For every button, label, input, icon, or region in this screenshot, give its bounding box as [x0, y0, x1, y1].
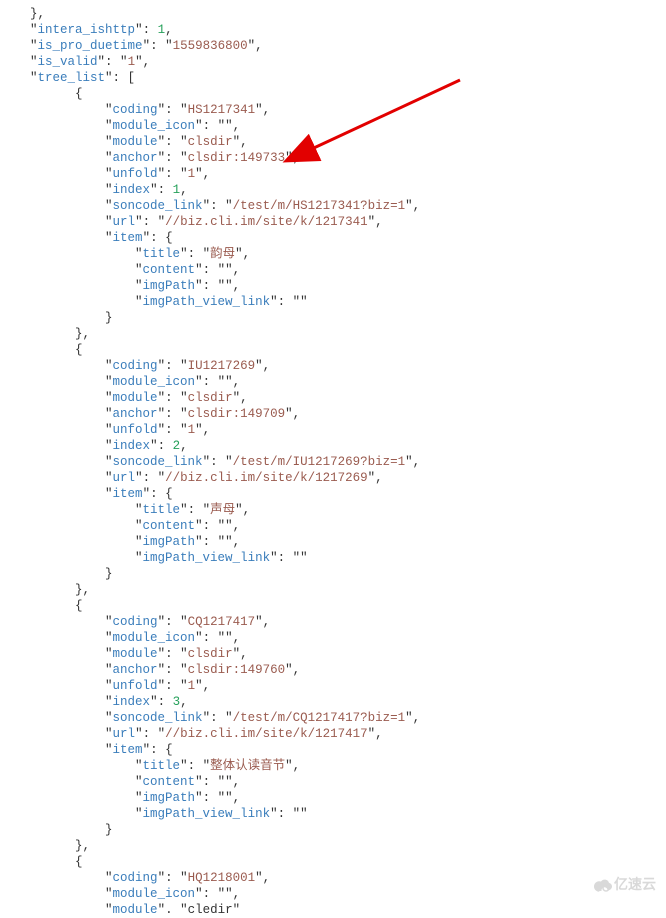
- watermark-text: 亿速云: [614, 876, 656, 894]
- key-intera-ishttp: intera_ishttp: [38, 23, 136, 37]
- watermark: 亿速云: [594, 876, 656, 894]
- val-coding: HS1217341: [188, 103, 256, 117]
- key-anchor: anchor: [113, 151, 158, 165]
- key-unfold: unfold: [113, 167, 158, 181]
- json-code-block: }, "intera_ishttp": 1, "is_pro_duetime":…: [0, 0, 666, 918]
- key-index: index: [113, 183, 151, 197]
- key-soncode-link: soncode_link: [113, 199, 203, 213]
- key-url: url: [113, 215, 136, 229]
- brace: },: [30, 7, 45, 21]
- key-module-icon: module_icon: [113, 119, 196, 133]
- cloud-icon: [594, 878, 612, 892]
- key-tree-list: tree_list: [38, 71, 106, 85]
- val-is-valid: 1: [128, 55, 136, 69]
- key-coding: coding: [113, 103, 158, 117]
- key-content: content: [143, 263, 196, 277]
- key-imgpath: imgPath: [143, 279, 196, 293]
- key-is-valid: is_valid: [38, 55, 98, 69]
- key-is-pro-duetime: is_pro_duetime: [38, 39, 143, 53]
- val-is-pro-duetime: 1559836800: [173, 39, 248, 53]
- key-imgpath-view-link: imgPath_view_link: [143, 295, 271, 309]
- key-module: module: [113, 135, 158, 149]
- key-item: item: [113, 231, 143, 245]
- key-title: title: [143, 247, 181, 261]
- val-intera-ishttp: 1: [158, 23, 166, 37]
